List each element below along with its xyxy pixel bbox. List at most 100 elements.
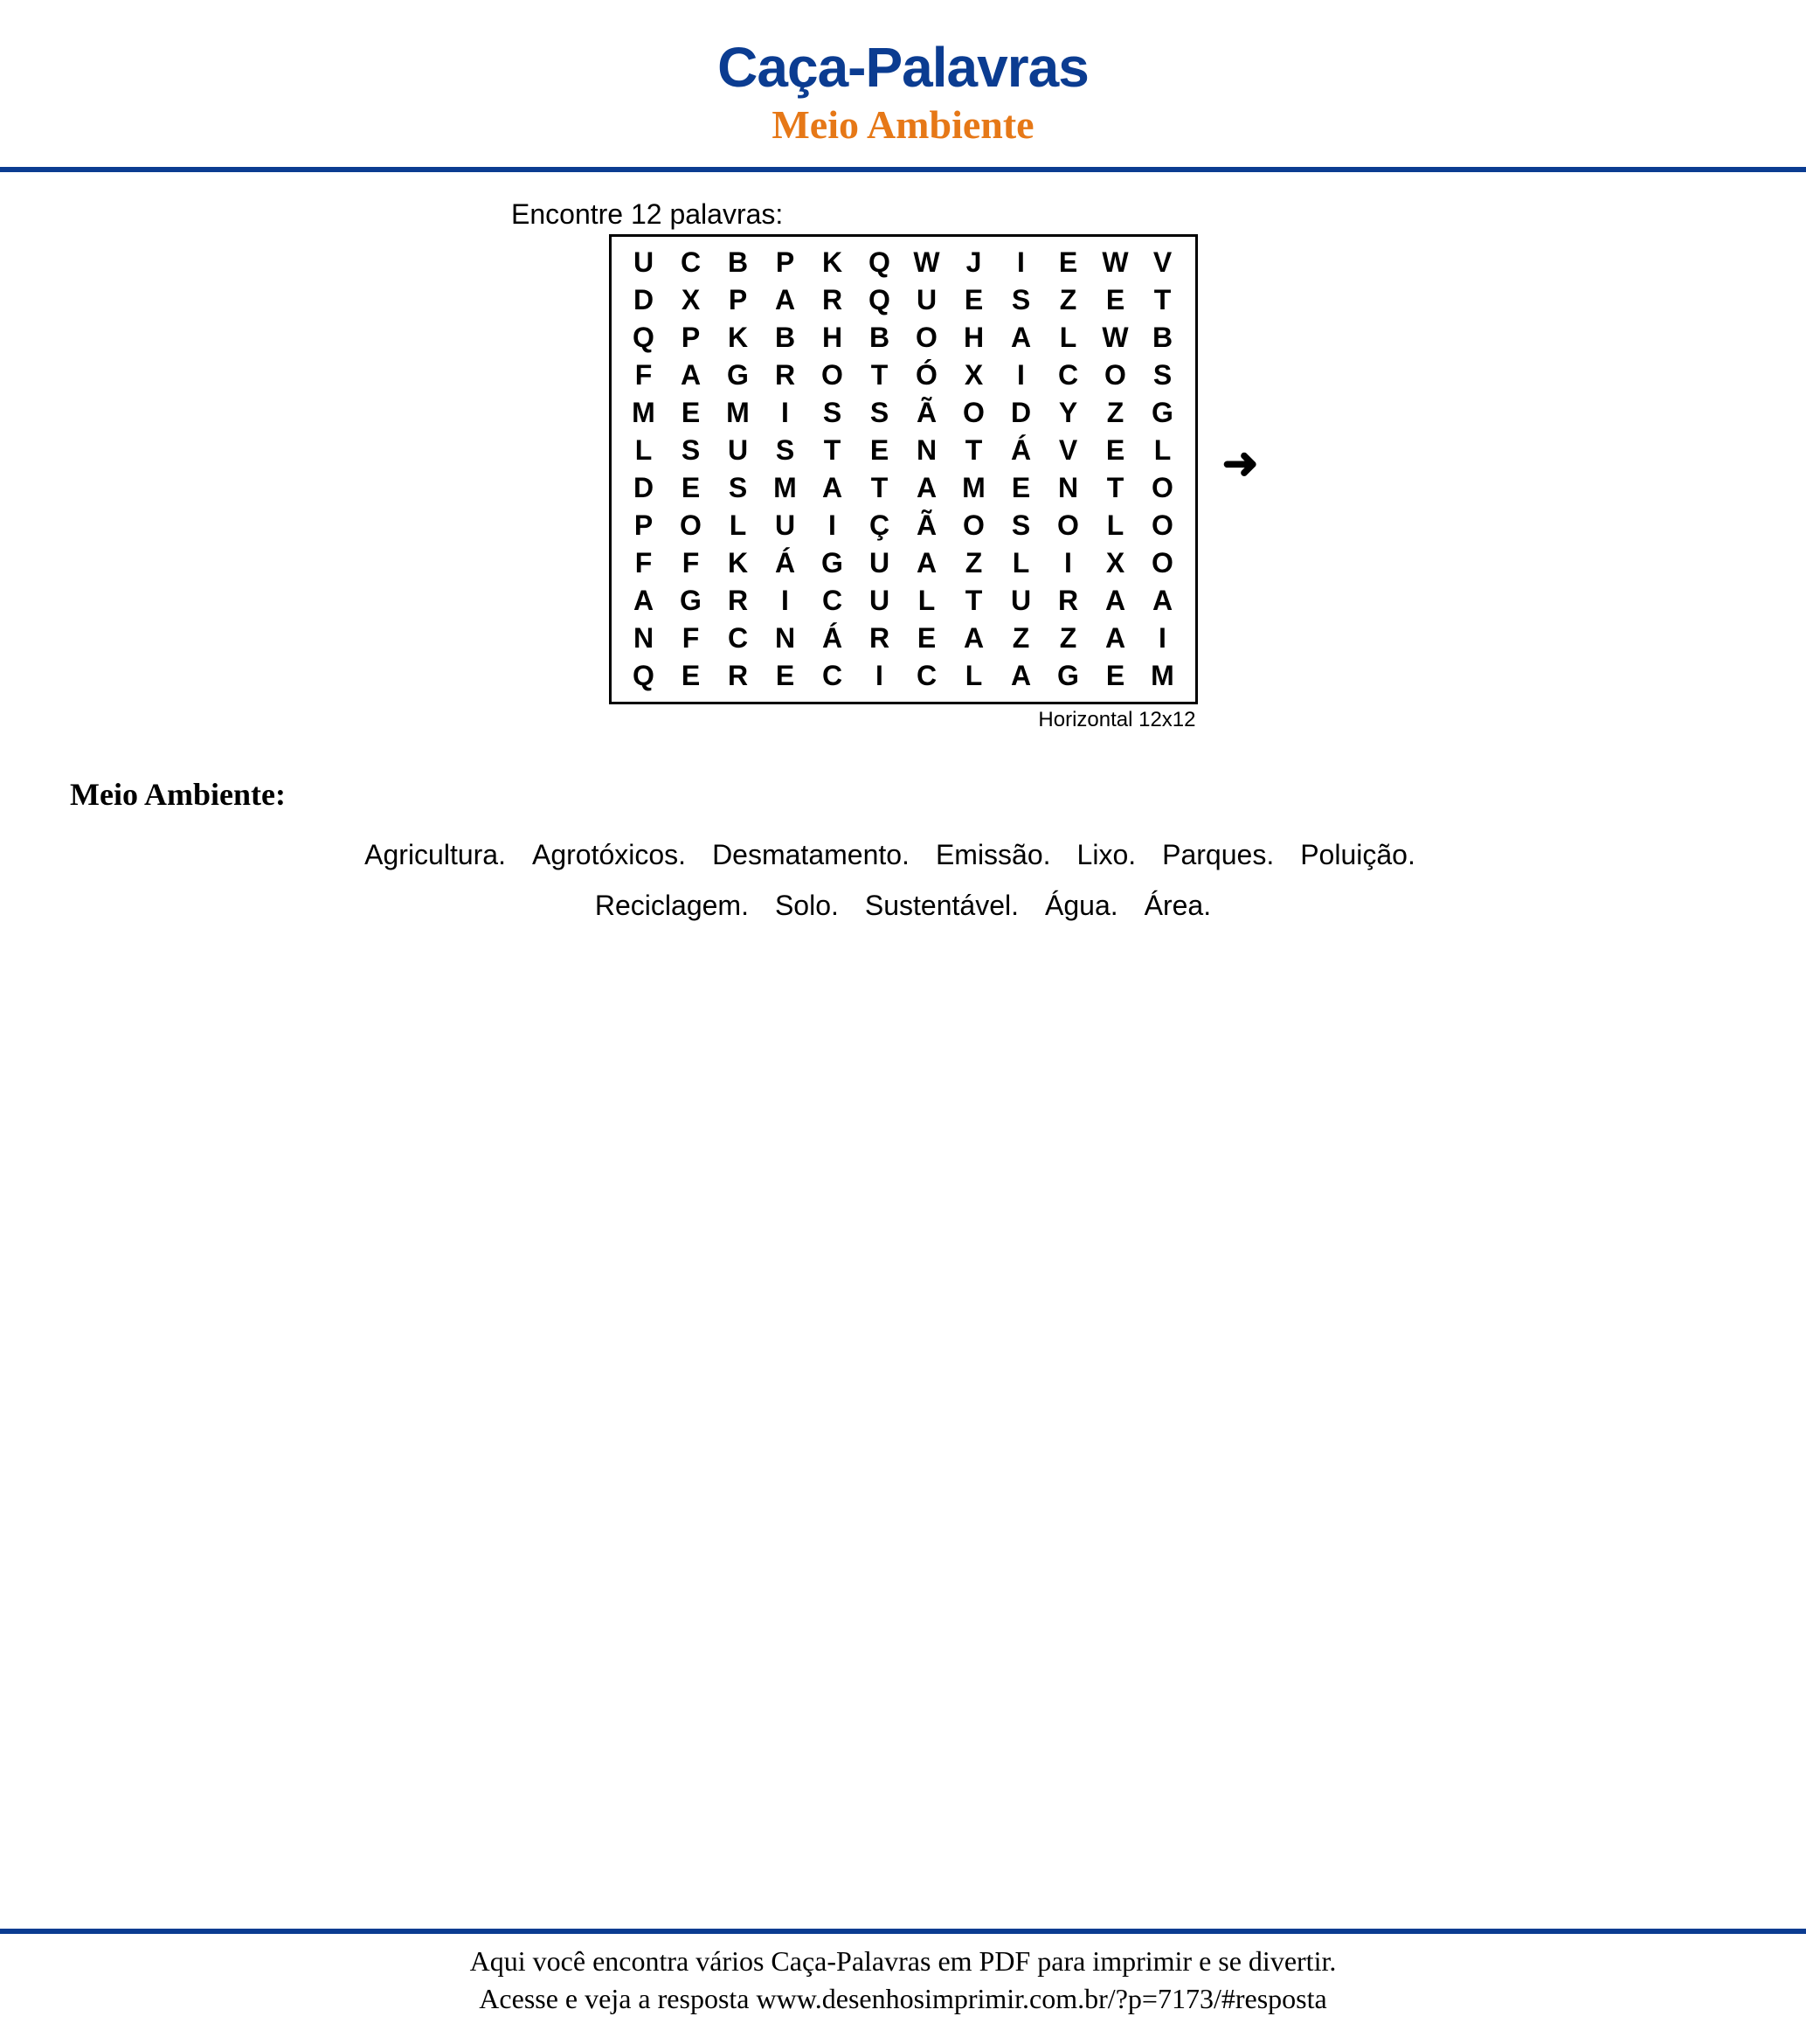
grid-cell: N: [620, 620, 668, 657]
grid-border: UCBPKQWJIEWVDXPARQUESZETQPKBHBOHALWBFAGR…: [609, 234, 1198, 704]
grid-cell: E: [762, 657, 809, 695]
word-item: Desmatamento.: [712, 839, 910, 870]
grid-cell: Z: [1045, 281, 1092, 319]
letter-grid: UCBPKQWJIEWVDXPARQUESZETQPKBHBOHALWBFAGR…: [620, 244, 1187, 695]
grid-cell: E: [903, 620, 951, 657]
grid-cell: Á: [762, 544, 809, 582]
grid-cell: P: [668, 319, 715, 357]
grid-cell: S: [856, 394, 903, 432]
word-list: Agricultura.Agrotóxicos.Desmatamento.Emi…: [70, 830, 1736, 931]
word-item: Área.: [1145, 890, 1211, 921]
grid-cell: M: [762, 469, 809, 507]
grid-cell: O: [809, 357, 856, 394]
grid-cell: E: [1045, 244, 1092, 281]
grid-cell: Y: [1045, 394, 1092, 432]
grid-cell: Z: [998, 620, 1045, 657]
grid-cell: F: [668, 620, 715, 657]
grid-cell: E: [1092, 657, 1139, 695]
grid-cell: T: [951, 432, 998, 469]
footer-line-2: Acesse e veja a resposta www.desenhosimp…: [0, 1980, 1806, 2018]
grid-cell: Ó: [903, 357, 951, 394]
grid-cell: H: [809, 319, 856, 357]
grid-cell: H: [951, 319, 998, 357]
grid-cell: I: [809, 507, 856, 544]
grid-cell: A: [809, 469, 856, 507]
grid-cell: Z: [951, 544, 998, 582]
grid-cell: U: [856, 544, 903, 582]
grid-cell: R: [715, 582, 762, 620]
grid-cell: U: [620, 244, 668, 281]
grid-cell: T: [809, 432, 856, 469]
grid-cell: E: [668, 469, 715, 507]
grid-cell: U: [998, 582, 1045, 620]
grid-cell: Z: [1045, 620, 1092, 657]
grid-cell: S: [998, 281, 1045, 319]
grid-cell: L: [715, 507, 762, 544]
grid-cell: D: [998, 394, 1045, 432]
grid-cell: R: [1045, 582, 1092, 620]
footer-divider: [0, 1929, 1806, 1934]
grid-cell: Ã: [903, 394, 951, 432]
main-title: Caça-Palavras: [0, 35, 1806, 100]
grid-cell: M: [620, 394, 668, 432]
grid-cell: U: [903, 281, 951, 319]
grid-cell: T: [951, 582, 998, 620]
grid-cell: X: [951, 357, 998, 394]
grid-cell: Á: [998, 432, 1045, 469]
arrow-right-icon: ➜: [1222, 438, 1259, 488]
grid-cell: U: [715, 432, 762, 469]
grid-cell: A: [762, 281, 809, 319]
grid-cell: G: [1045, 657, 1092, 695]
grid-cell: W: [1092, 319, 1139, 357]
grid-cell: N: [762, 620, 809, 657]
word-item: Agrotóxicos.: [532, 839, 686, 870]
grid-cell: I: [856, 657, 903, 695]
grid-cell: I: [762, 582, 809, 620]
instruction-text: Encontre 12 palavras:: [511, 198, 1736, 231]
grid-cell: V: [1139, 244, 1187, 281]
grid-cell: R: [762, 357, 809, 394]
grid-cell: G: [809, 544, 856, 582]
grid-cell: C: [809, 657, 856, 695]
grid-cell: C: [668, 244, 715, 281]
footer-text: Aqui você encontra vários Caça-Palavras …: [0, 1943, 1806, 2044]
grid-cell: S: [998, 507, 1045, 544]
grid-cell: O: [1045, 507, 1092, 544]
grid-cell: P: [715, 281, 762, 319]
word-item: Lixo.: [1077, 839, 1137, 870]
grid-cell: Q: [856, 281, 903, 319]
grid-cell: E: [1092, 432, 1139, 469]
grid-cell: U: [856, 582, 903, 620]
grid-cell: C: [1045, 357, 1092, 394]
grid-cell: A: [903, 544, 951, 582]
grid-cell: U: [762, 507, 809, 544]
grid-cell: M: [1139, 657, 1187, 695]
grid-cell: C: [715, 620, 762, 657]
grid-cell: O: [903, 319, 951, 357]
grid-cell: T: [856, 469, 903, 507]
word-item: Emissão.: [936, 839, 1051, 870]
grid-cell: E: [998, 469, 1045, 507]
category-label: Meio Ambiente:: [70, 776, 1736, 813]
grid-cell: A: [668, 357, 715, 394]
grid-cell: T: [1092, 469, 1139, 507]
grid-cell: M: [715, 394, 762, 432]
grid-cell: Á: [809, 620, 856, 657]
grid-cell: O: [1139, 544, 1187, 582]
grid-cell: S: [715, 469, 762, 507]
grid-cell: N: [903, 432, 951, 469]
grid-cell: M: [951, 469, 998, 507]
grid-cell: N: [1045, 469, 1092, 507]
grid-cell: L: [951, 657, 998, 695]
grid-cell: B: [715, 244, 762, 281]
word-item: Poluição.: [1300, 839, 1415, 870]
grid-cell: F: [668, 544, 715, 582]
grid-cell: K: [715, 544, 762, 582]
grid-cell: C: [903, 657, 951, 695]
grid-cell: E: [1092, 281, 1139, 319]
grid-cell: S: [762, 432, 809, 469]
grid-cell: G: [715, 357, 762, 394]
grid-cell: B: [856, 319, 903, 357]
grid-cell: A: [903, 469, 951, 507]
grid-cell: C: [809, 582, 856, 620]
